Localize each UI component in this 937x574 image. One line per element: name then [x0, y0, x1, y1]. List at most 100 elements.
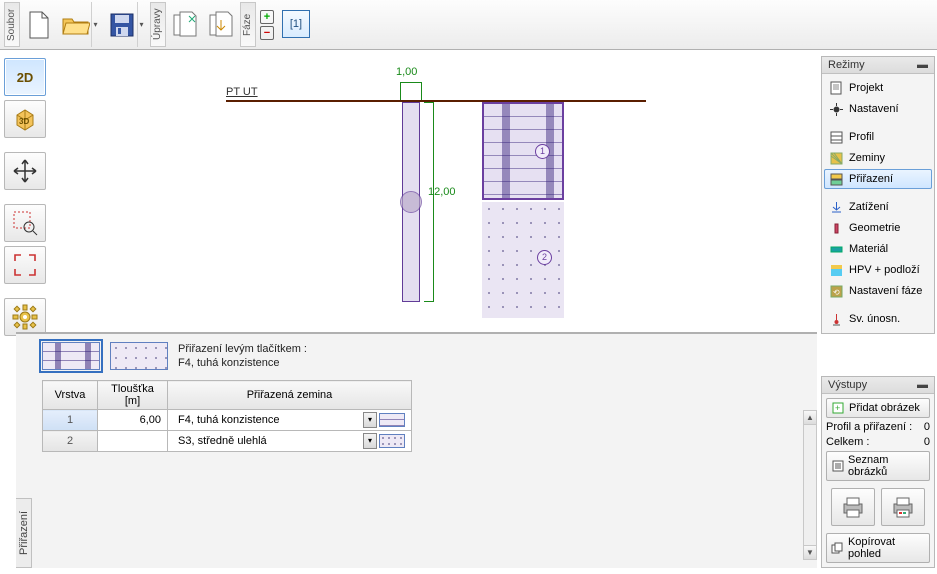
- open-file-button[interactable]: ▾: [58, 2, 102, 47]
- col-header-layer[interactable]: Vrstva: [43, 381, 98, 410]
- table-row[interactable]: 2 S3, středně ulehlá ▾: [43, 431, 412, 452]
- row-2-thickness[interactable]: [98, 431, 168, 452]
- mode-hpv[interactable]: HPV + podloží: [824, 260, 932, 280]
- image-list-button[interactable]: Seznam obrázků: [826, 451, 930, 481]
- phase-add-remove: + −: [258, 2, 276, 47]
- zoom-area-button[interactable]: [4, 204, 46, 242]
- svg-text:+: +: [835, 403, 840, 413]
- open-dropdown-icon[interactable]: ▾: [91, 2, 100, 47]
- mode-nastaveni-faze[interactable]: ⟲ Nastavení fáze: [824, 281, 932, 301]
- row-number-2[interactable]: 2: [43, 431, 98, 452]
- copy-view-label: Kopírovat pohled: [848, 536, 925, 560]
- print-color-button[interactable]: [881, 488, 925, 526]
- add-image-icon: +: [831, 401, 845, 415]
- pile-section-circle: [400, 191, 422, 213]
- save-dropdown-icon[interactable]: ▾: [137, 2, 146, 47]
- col-header-thickness[interactable]: Tloušťka [m]: [98, 381, 168, 410]
- mode-profil[interactable]: Profil: [824, 127, 932, 147]
- soil-layer-1[interactable]: 1: [482, 102, 564, 200]
- add-image-label: Přidat obrázek: [849, 402, 920, 414]
- mode-projekt[interactable]: Projekt: [824, 78, 932, 98]
- assign-hint-line2: F4, tuhá konzistence: [178, 356, 307, 370]
- soil-swatch-2[interactable]: [110, 342, 168, 370]
- col-header-soil[interactable]: Přiřazená zemina: [168, 381, 412, 410]
- row-2-soil-cell[interactable]: S3, středně ulehlá ▾: [168, 431, 412, 452]
- view-3d-button[interactable]: 3D: [4, 100, 46, 138]
- svg-text:⟲: ⟲: [833, 288, 840, 297]
- drawing-canvas[interactable]: PT UT 1,00 12,00 1 2: [56, 56, 817, 326]
- outputs-panel-title: Výstupy: [828, 379, 867, 391]
- open-folder-icon: [61, 4, 91, 46]
- assign-hint: Přiřazení levým tlačítkem : F4, tuhá kon…: [178, 342, 307, 370]
- mode-geometrie[interactable]: Geometrie: [824, 218, 932, 238]
- minimize-icon[interactable]: ▬: [917, 379, 928, 391]
- dimension-width-line: [400, 82, 422, 100]
- copy-view-button[interactable]: Kopírovat pohled: [826, 533, 930, 563]
- image-list-label: Seznam obrázků: [848, 454, 925, 478]
- bottom-panel-tab[interactable]: Přiřazení: [16, 498, 32, 568]
- gear-icon: [12, 304, 38, 330]
- mode-zeminy-label: Zeminy: [849, 152, 885, 164]
- view-2d-button[interactable]: 2D: [4, 58, 46, 96]
- hatch-icon: [829, 151, 843, 165]
- minimize-icon[interactable]: ▬: [917, 59, 928, 71]
- mode-hpv-label: HPV + podloží: [849, 264, 920, 276]
- mode-zeminy[interactable]: Zeminy: [824, 148, 932, 168]
- settings-button[interactable]: [4, 298, 46, 336]
- toolbar-group-edit: Úpravy: [150, 2, 166, 47]
- zoom-area-icon: [11, 209, 39, 237]
- add-phase-button[interactable]: +: [260, 10, 274, 24]
- remove-phase-button[interactable]: −: [260, 26, 274, 40]
- mode-prirazeni[interactable]: Přiřazení: [824, 169, 932, 189]
- mode-nastaveni[interactable]: Nastavení: [824, 99, 932, 119]
- modes-panel: Režimy ▬ Projekt Nastavení Profil Zeminy: [821, 56, 935, 334]
- toolbar-group-file: Soubor: [4, 2, 20, 47]
- table-row[interactable]: 1 6,00 F4, tuhá konzistence ▾: [43, 410, 412, 431]
- bottom-scrollbar[interactable]: ▲ ▼: [803, 410, 817, 560]
- pan-button[interactable]: [4, 152, 46, 190]
- row-number-1[interactable]: 1: [43, 410, 98, 431]
- load-icon: [829, 200, 843, 214]
- row-1-soil-dropdown[interactable]: ▾: [363, 412, 377, 428]
- soil-swatches: Přiřazení levým tlačítkem : F4, tuhá kon…: [42, 342, 807, 370]
- total-row: Celkem : 0: [826, 436, 930, 448]
- soil-layer-1-badge: 1: [535, 144, 550, 159]
- mode-zatizeni-label: Zatížení: [849, 201, 889, 213]
- mode-sv-unosn[interactable]: Sv. únosn.: [824, 309, 932, 329]
- soil-swatch-1[interactable]: [42, 342, 100, 370]
- scroll-up-icon[interactable]: ▲: [804, 411, 816, 425]
- modes-panel-header[interactable]: Režimy ▬: [822, 57, 934, 74]
- dimension-height-line: [424, 102, 434, 302]
- copy-button[interactable]: [168, 2, 202, 47]
- zoom-extents-button[interactable]: [4, 246, 46, 284]
- soil-layer-2[interactable]: 2: [482, 202, 564, 318]
- print-button[interactable]: [831, 488, 875, 526]
- soil-layer-2-badge: 2: [537, 250, 552, 265]
- mode-material[interactable]: Materiál: [824, 239, 932, 259]
- phase-tab-1[interactable]: [1]: [282, 10, 310, 38]
- mode-geometrie-label: Geometrie: [849, 222, 900, 234]
- svg-text:3D: 3D: [19, 117, 29, 126]
- assign-hint-line1: Přiřazení levým tlačítkem :: [178, 342, 307, 356]
- ptut-label: PT UT: [226, 86, 258, 98]
- add-image-button[interactable]: + Přidat obrázek: [826, 398, 930, 418]
- save-file-button[interactable]: ▾: [104, 2, 148, 47]
- left-toolbar: 2D 3D: [4, 58, 52, 336]
- outputs-panel-header[interactable]: Výstupy ▬: [822, 377, 934, 394]
- row-1-soil-cell[interactable]: F4, tuhá konzistence ▾: [168, 410, 412, 431]
- mode-material-label: Materiál: [849, 243, 888, 255]
- table-header-row: Vrstva Tloušťka [m] Přiřazená zemina: [43, 381, 412, 410]
- row-2-soil-swatch: [379, 434, 405, 448]
- layers-table: Vrstva Tloušťka [m] Přiřazená zemina 1 6…: [42, 380, 412, 452]
- row-2-soil-dropdown[interactable]: ▾: [363, 433, 377, 449]
- new-file-icon: [24, 4, 54, 46]
- mode-nastaveni-faze-label: Nastavení fáze: [849, 285, 922, 297]
- right-sidebar: Režimy ▬ Projekt Nastavení Profil Zeminy: [821, 56, 935, 568]
- paste-button[interactable]: [204, 2, 238, 47]
- pan-icon: [12, 158, 38, 184]
- scroll-down-icon[interactable]: ▼: [804, 545, 816, 559]
- profile-assign-label: Profil a přiřazení :: [826, 421, 912, 433]
- mode-zatizeni[interactable]: Zatížení: [824, 197, 932, 217]
- new-file-button[interactable]: [22, 2, 56, 47]
- row-1-thickness[interactable]: 6,00: [98, 410, 168, 431]
